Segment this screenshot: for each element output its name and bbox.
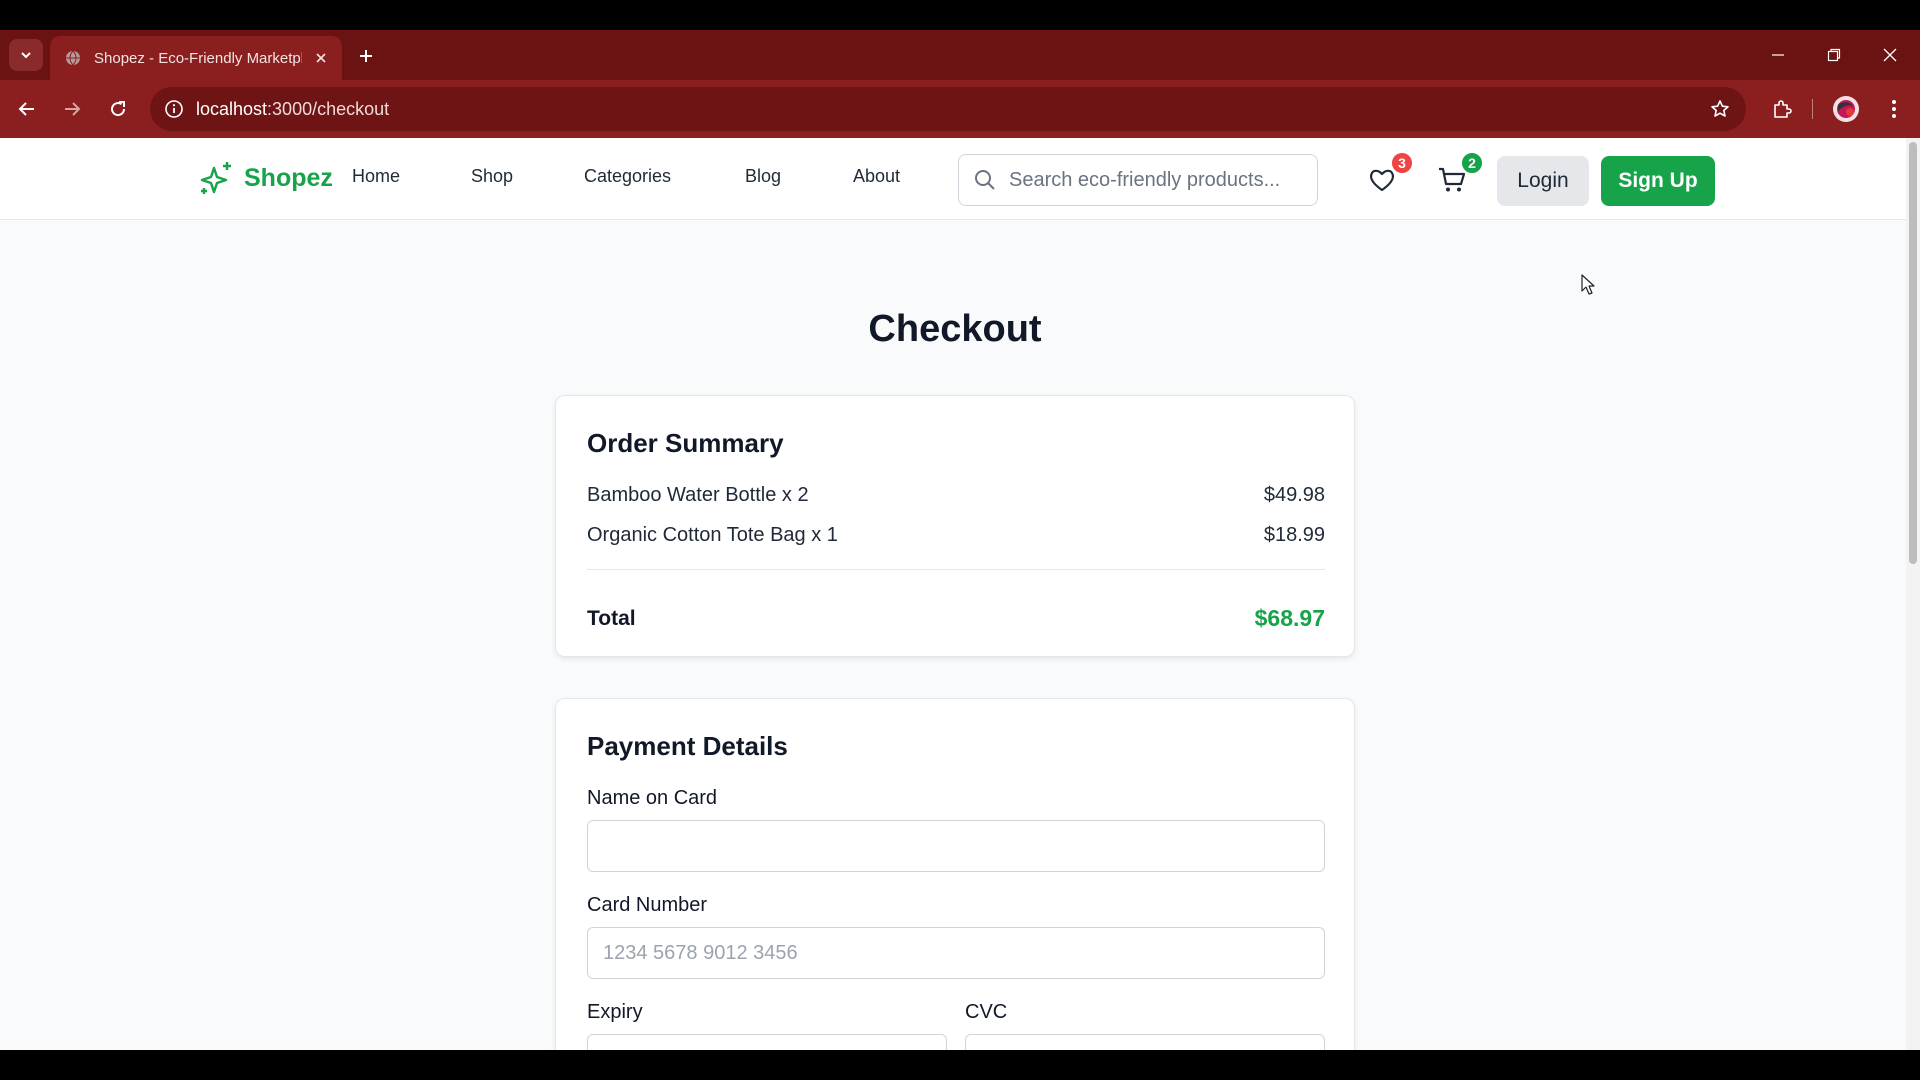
nav-home[interactable]: Home — [352, 166, 400, 187]
url-host: localhost — [196, 98, 268, 119]
mouse-cursor-icon — [1581, 274, 1595, 295]
line-item-name: Bamboo Water Bottle x 2 — [587, 484, 809, 506]
back-arrow-icon[interactable] — [11, 93, 43, 125]
search-icon — [975, 170, 995, 190]
toolbar-separator — [1812, 99, 1813, 119]
search-box[interactable] — [958, 154, 1318, 206]
chevron-down-icon — [21, 52, 31, 59]
close-window-icon[interactable] — [1870, 38, 1910, 72]
globe-icon — [64, 49, 82, 67]
order-summary-heading: Order Summary — [587, 428, 784, 458]
plus-icon[interactable] — [352, 42, 380, 70]
page-scrollbar[interactable] — [1906, 138, 1920, 1050]
browser-tabstrip: Shopez - Eco-Friendly Marketpl — [0, 30, 1920, 80]
nav-blog[interactable]: Blog — [745, 166, 781, 187]
scrollbar-thumb[interactable] — [1909, 142, 1917, 564]
tab-title: Shopez - Eco-Friendly Marketpl — [94, 49, 302, 67]
star-icon[interactable] — [1708, 97, 1732, 121]
url-path: :3000/checkout — [267, 98, 390, 119]
kebab-menu-icon[interactable] — [1878, 93, 1910, 125]
address-bar[interactable]: localhost:3000/checkout — [150, 87, 1746, 131]
minimize-icon[interactable] — [1758, 38, 1798, 72]
cvc-input[interactable] — [965, 1034, 1325, 1050]
total-value: $68.97 — [1254, 605, 1325, 631]
cart-button[interactable]: 2 — [1434, 151, 1484, 198]
nav-shop[interactable]: Shop — [471, 166, 513, 187]
extensions-icon[interactable] — [1766, 93, 1798, 125]
payment-details-heading: Payment Details — [587, 731, 788, 761]
url-text: localhost:3000/checkout — [196, 99, 389, 120]
search-input[interactable] — [1009, 168, 1309, 192]
logo[interactable]: Shopez — [196, 158, 333, 198]
tab-search-button[interactable] — [9, 39, 43, 71]
page-viewport: Shopez Home Shop Categories Blog About 3… — [0, 138, 1920, 1050]
summary-divider — [587, 569, 1325, 570]
wishlist-button[interactable]: 3 — [1364, 151, 1414, 198]
total-row: Total $68.97 — [587, 605, 1325, 632]
forward-arrow-icon[interactable] — [56, 93, 88, 125]
signup-button[interactable]: Sign Up — [1601, 156, 1715, 206]
line-item: Organic Cotton Tote Bag x 1 $18.99 — [587, 524, 1325, 547]
browser-toolbar: localhost:3000/checkout — [0, 80, 1920, 138]
sparkles-icon — [200, 162, 231, 194]
expiry-label: Expiry — [587, 1001, 643, 1023]
nav-about[interactable]: About — [853, 166, 900, 187]
cvc-label: CVC — [965, 1001, 1008, 1023]
line-item-price: $18.99 — [1263, 524, 1325, 546]
reload-icon[interactable] — [102, 93, 134, 125]
page-title: Checkout — [868, 308, 1042, 350]
profile-avatar[interactable] — [1830, 93, 1862, 125]
line-item-price: $49.98 — [1263, 484, 1325, 506]
nav-categories[interactable]: Categories — [584, 166, 671, 187]
line-item: Bamboo Water Bottle x 2 $49.98 — [587, 484, 1325, 507]
card-number-input[interactable] — [587, 927, 1325, 979]
order-summary-card: Order Summary Bamboo Water Bottle x 2 $4… — [555, 395, 1355, 657]
info-icon[interactable] — [154, 89, 194, 129]
browser-tab-active[interactable]: Shopez - Eco-Friendly Marketpl — [50, 36, 342, 80]
expiry-input[interactable] — [587, 1034, 947, 1050]
restore-icon[interactable] — [1814, 38, 1854, 72]
cart-count-badge: 2 — [1460, 151, 1484, 175]
wishlist-count-badge: 3 — [1390, 151, 1414, 175]
close-icon[interactable] — [310, 47, 332, 69]
name-on-card-input[interactable] — [587, 820, 1325, 872]
logo-text: Shopez — [244, 163, 333, 192]
payment-details-card: Payment Details Name on Card Card Number… — [555, 698, 1355, 1050]
total-label: Total — [587, 606, 636, 630]
line-item-name: Organic Cotton Tote Bag x 1 — [587, 524, 838, 546]
login-button[interactable]: Login — [1497, 156, 1589, 206]
name-on-card-label: Name on Card — [587, 787, 718, 809]
site-header: Shopez Home Shop Categories Blog About 3… — [0, 138, 1906, 220]
card-number-label: Card Number — [587, 894, 708, 916]
